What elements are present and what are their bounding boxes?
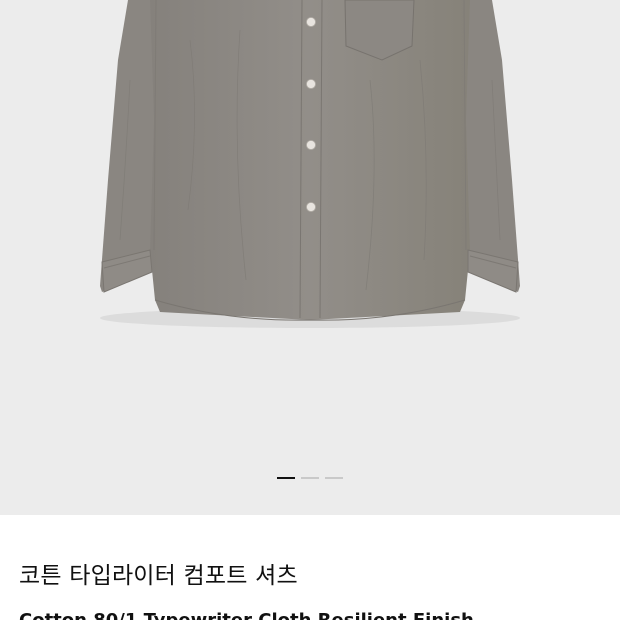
slide-indicator-2[interactable]: [301, 477, 319, 479]
slide-indicator-1[interactable]: [277, 477, 295, 479]
shirt-product-image: [0, 0, 620, 515]
slide-indicator-3[interactable]: [325, 477, 343, 479]
slide-indicators: [0, 477, 620, 479]
product-image-gallery[interactable]: [0, 0, 620, 515]
product-title-english: Cotton 80/1 Typewriter Cloth Resilient F…: [19, 610, 474, 620]
product-detail-page: 코튼 타입라이터 컴포트 셔츠 Cotton 80/1 Typewriter C…: [0, 0, 620, 620]
product-title-korean: 코튼 타입라이터 컴포트 셔츠: [19, 563, 298, 589]
product-info: 코튼 타입라이터 컴포트 셔츠 Cotton 80/1 Typewriter C…: [0, 515, 620, 620]
